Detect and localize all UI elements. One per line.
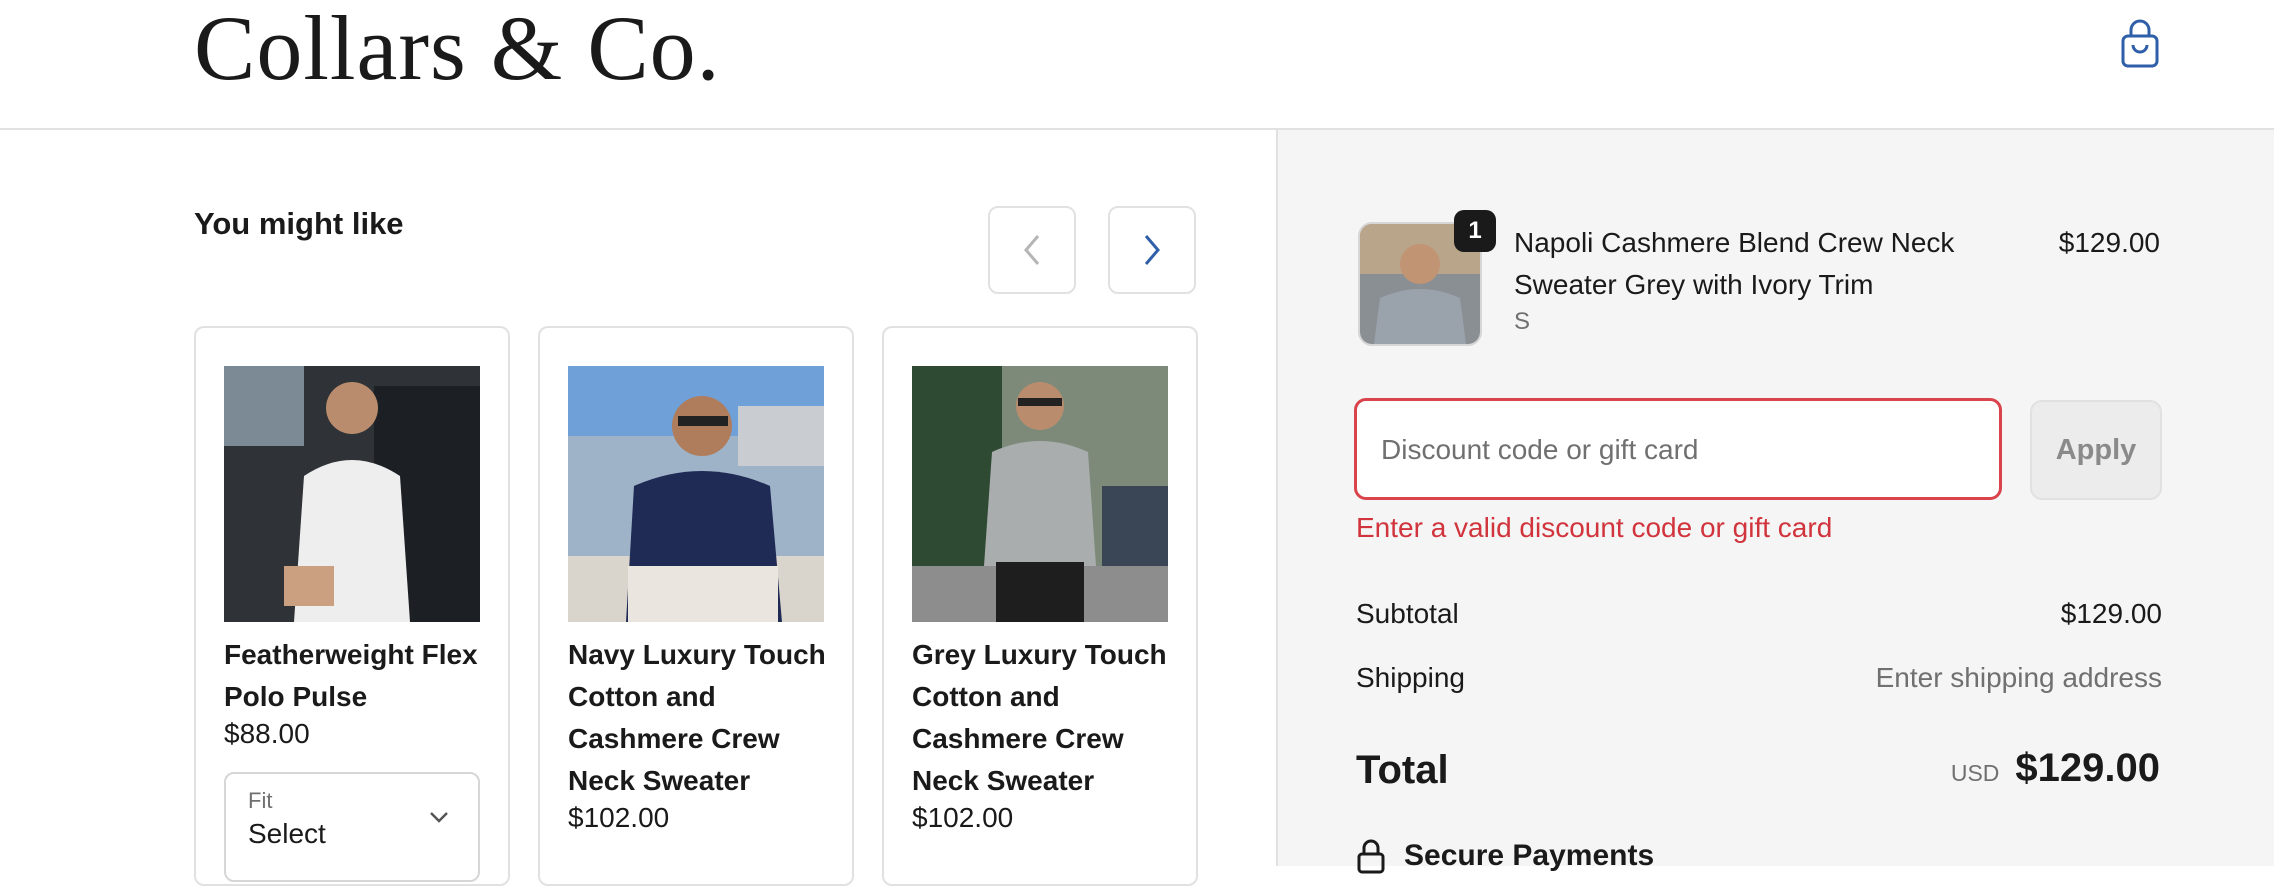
total-label: Total [1356,748,1449,792]
product-title[interactable]: Featherweight Flex Polo Pulse [224,634,494,718]
product-image[interactable] [224,366,480,622]
recommendations-section: You might like Featherweight Flex Polo P… [0,130,1276,886]
product-title[interactable]: Navy Luxury Touch Cotton and Cashmere Cr… [568,634,838,802]
discount-field[interactable] [1354,398,2002,500]
cart-item-variant: S [1514,308,1531,335]
subtotal-label: Subtotal [1356,598,1459,629]
discount-input[interactable] [1379,401,1983,499]
product-card[interactable]: Featherweight Flex Polo Pulse $88.00 Fit… [194,326,510,886]
total-currency: USD [1950,760,2000,786]
product-image[interactable] [912,366,1168,622]
total-amount: USD $129.00 [1951,746,2160,791]
site-header: Collars & Co. [0,0,2274,130]
carousel-prev-button[interactable] [988,206,1076,294]
cart-item-quantity-badge: 1 [1454,210,1496,252]
apply-discount-button[interactable]: Apply [2030,400,2162,500]
order-summary-panel: 1 Napoli Cashmere Blend Crew Neck Sweate… [1276,130,2274,874]
fit-value: Select [248,818,326,849]
product-price: $88.00 [224,718,310,749]
fit-label: Fit [248,788,273,813]
secure-payments: Secure Payments [1356,838,1654,874]
discount-error-message: Enter a valid discount code or gift card [1356,512,1833,543]
brand-logo[interactable]: Collars & Co. [194,0,721,94]
shipping-label: Shipping [1356,662,1465,693]
lock-icon [1357,839,1385,874]
product-card[interactable]: Navy Luxury Touch Cotton and Cashmere Cr… [538,326,854,886]
shipping-value: Enter shipping address [1875,662,2162,693]
chevron-right-icon [1144,235,1160,265]
cart-item-name: Napoli Cashmere Blend Crew Neck Sweater … [1514,227,1955,300]
shopping-bag-icon[interactable] [2118,18,2162,70]
product-price: $102.00 [568,802,670,833]
chevron-left-icon [1024,235,1040,265]
recommendations-heading: You might like [194,206,404,241]
product-price: $102.00 [912,802,1014,833]
cart-item-price: $129.00 [2058,227,2160,258]
chevron-down-icon [430,812,448,823]
product-image[interactable] [568,366,824,622]
carousel-next-button[interactable] [1108,206,1196,294]
subtotal-value: $129.00 [2060,598,2162,629]
secure-payments-label: Secure Payments [1404,839,1655,872]
product-title[interactable]: Grey Luxury Touch Cotton and Cashmere Cr… [912,634,1182,802]
total-value: $129.00 [2015,746,2160,790]
product-card[interactable]: Grey Luxury Touch Cotton and Cashmere Cr… [882,326,1198,886]
